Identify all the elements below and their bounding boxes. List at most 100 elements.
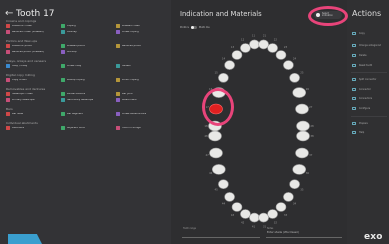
action-icon (352, 87, 356, 91)
indication-item[interactable]: Adjacent tooth (61, 126, 85, 130)
indication-item[interactable]: Primary telescope (6, 98, 35, 102)
action-item[interactable]: Reset tooth (352, 63, 372, 67)
indication-item[interactable]: Waxup coping (61, 78, 85, 82)
action-icon (352, 106, 356, 110)
tooth-number: 41 (252, 225, 256, 229)
tooth[interactable] (208, 130, 222, 142)
indication-item[interactable]: Offset substructure (116, 112, 146, 116)
indication-item[interactable]: Bar joint (116, 92, 133, 96)
tooth-number: 15 (214, 71, 218, 75)
action-item[interactable]: Split connector (352, 77, 376, 81)
tooth[interactable] (275, 50, 287, 60)
indication-item[interactable]: Attachment (116, 98, 137, 102)
action-item[interactable]: Configure (352, 106, 370, 110)
indication-item[interactable]: Anatomic pontic (6, 44, 32, 48)
action-item[interactable]: Change antagonist (352, 43, 381, 47)
tooth[interactable] (258, 212, 269, 223)
indication-item[interactable]: Pontic coping (116, 78, 139, 82)
tooth[interactable] (296, 130, 310, 142)
tooth-number: 33 (284, 213, 288, 217)
indication-item[interactable]: Abutment (6, 126, 24, 130)
tooth[interactable] (224, 60, 235, 70)
indication-label: Telescopic crown (12, 92, 34, 95)
indication-item[interactable]: Copy crown (6, 78, 27, 82)
indication-item[interactable]: Pressed pontic (61, 44, 85, 48)
action-item[interactable]: Prepare (352, 121, 368, 125)
indication-icon (61, 50, 65, 54)
tooth[interactable] (283, 60, 294, 70)
indication-icon (116, 92, 120, 96)
tooth[interactable] (249, 212, 260, 223)
indication-label: Coping (67, 24, 76, 27)
tooth[interactable] (295, 103, 309, 115)
indication-item[interactable]: Offset coping (116, 30, 139, 34)
indication-item[interactable]: Overlay (61, 30, 77, 34)
tooth[interactable] (240, 43, 251, 53)
tooth[interactable] (258, 39, 269, 50)
action-item[interactable]: Help (352, 130, 364, 134)
action-icon (352, 121, 356, 125)
indication-item[interactable]: Coping (61, 24, 76, 28)
tooth[interactable] (289, 73, 300, 83)
action-item[interactable]: Connectors (352, 96, 372, 100)
indication-icon (116, 126, 120, 130)
indication-label: Secondary telescope (67, 98, 94, 101)
indication-item[interactable]: Veneer (116, 64, 131, 68)
indication-item[interactable]: Tooth in bridge (116, 126, 141, 130)
tooth[interactable] (292, 164, 306, 175)
tooth[interactable] (296, 120, 310, 132)
action-item[interactable]: Connector (352, 87, 371, 91)
indication-icon (6, 92, 10, 96)
tooth[interactable] (231, 50, 243, 60)
indication-icon (61, 44, 65, 48)
action-label: Change antagonist (359, 43, 381, 47)
notes-input[interactable] (266, 229, 342, 238)
tooth-number: 32 (274, 221, 278, 225)
tooth[interactable] (267, 43, 278, 53)
tooth[interactable] (275, 202, 287, 212)
tooth[interactable] (249, 39, 260, 50)
indication-item[interactable]: Inlay / onlay (6, 64, 27, 68)
indication-label: Reduced pontic (Pressed) (12, 50, 44, 53)
indication-item[interactable]: Mockup (61, 50, 77, 54)
indication-item[interactable]: Reduced pontic (Pressed) (6, 50, 44, 54)
tooth[interactable] (218, 179, 229, 189)
tooth[interactable] (218, 73, 229, 83)
tooth[interactable] (283, 192, 294, 202)
indication-icon (61, 30, 65, 34)
indication-item[interactable]: Secondary telescope (61, 98, 93, 102)
tooth[interactable] (267, 209, 278, 219)
indication-icon (6, 112, 10, 116)
tooth[interactable] (295, 147, 309, 159)
action-item[interactable]: Delete (352, 53, 367, 57)
indication-icon (116, 44, 120, 48)
indication-item[interactable]: Telescopic crown (6, 92, 33, 96)
action-label: Prepare (359, 121, 368, 125)
indication-icon (6, 98, 10, 102)
tooth[interactable] (289, 179, 300, 189)
indication-label: Bar segment (67, 112, 84, 115)
indication-icon (116, 78, 120, 82)
indication-item[interactable]: Bar segment (61, 112, 83, 116)
indication-item[interactable]: Offset inlay (61, 64, 81, 68)
tooth[interactable] (292, 87, 306, 98)
tooth[interactable] (211, 164, 226, 175)
indication-item[interactable]: Pressed crown (116, 24, 140, 28)
indication-item[interactable]: Anatomic crown (6, 24, 32, 28)
indication-item[interactable]: Reduced crown (Pressed) (6, 30, 44, 34)
tooth-number: 31 (263, 225, 267, 229)
tooth[interactable] (231, 202, 243, 212)
tooth-range-input[interactable] (182, 229, 260, 238)
tooth[interactable] (224, 192, 235, 202)
tooth[interactable] (209, 147, 223, 159)
action-item[interactable]: Copy (352, 31, 365, 35)
indication-item[interactable]: Partial denture (61, 92, 85, 96)
tooth[interactable] (240, 209, 251, 219)
action-icon (352, 43, 356, 47)
indication-label: Offset inlay (67, 64, 82, 67)
indication-item[interactable]: Bar relief (6, 112, 23, 116)
arrow-left-icon[interactable]: ← (5, 8, 13, 19)
indication-item[interactable]: Reduced pontic (116, 44, 141, 48)
indication-label: Adjacent tooth (67, 126, 86, 129)
action-label: Connectors (359, 96, 373, 100)
